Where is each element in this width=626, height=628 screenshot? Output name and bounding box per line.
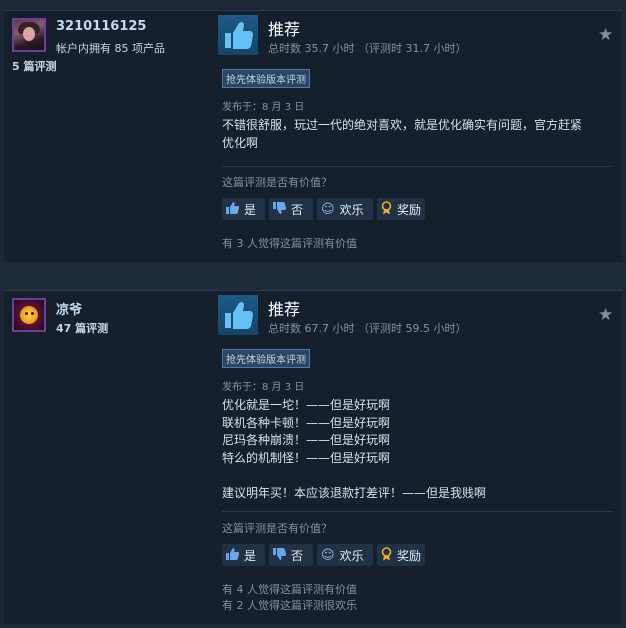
smile-icon: ☺ — [321, 547, 335, 563]
avatar[interactable] — [12, 18, 46, 52]
vote-funny-label: 欢乐 — [339, 202, 364, 217]
award-icon — [381, 546, 392, 564]
award-icon — [381, 200, 392, 218]
recommended-thumbs-up-icon — [218, 15, 258, 55]
helpful-count: 有 4 人觉得这篇评测有价值 — [222, 583, 357, 596]
helpful-count: 有 3 人觉得这篇评测有价值 — [222, 237, 357, 250]
playtime: 总时数 35.7 小时 （评测时 31.7 小时） — [268, 42, 467, 55]
thumbs-down-icon — [273, 547, 286, 563]
review-line: 联机各种卡顿！——但是好玩啊 — [222, 415, 391, 430]
vote-no-label: 否 — [291, 202, 304, 217]
recommendation-title: 推荐 — [268, 300, 301, 319]
award-button[interactable]: 奖励 — [377, 198, 425, 220]
review-line: 特么的机制怪！——但是好玩啊 — [222, 450, 391, 465]
divider — [222, 166, 612, 167]
review-card: 3210116125 帐户内拥有 85 项产品 5 篇评测 推荐 总时数 35.… — [4, 10, 622, 262]
review-body: 优化就是一坨！——但是好玩啊 联机各种卡顿！——但是好玩啊 尼玛各种崩溃！——但… — [222, 397, 612, 502]
helpful-question: 这篇评测是否有价值？ — [222, 522, 332, 535]
thumbs-up-icon — [226, 201, 239, 217]
recommended-thumbs-up-icon — [218, 295, 258, 335]
award-button[interactable]: 奖励 — [377, 544, 425, 566]
posted-date: 发布于：8 月 3 日 — [222, 102, 305, 113]
review-count[interactable]: 47 篇评测 — [56, 320, 108, 336]
review-line: 优化啊 — [222, 135, 259, 150]
helpful-question: 这篇评测是否有价值？ — [222, 176, 332, 189]
avatar[interactable] — [12, 298, 46, 332]
reviewer-name[interactable]: 凉爷 — [56, 299, 82, 318]
review-line — [222, 467, 612, 485]
award-label: 奖励 — [397, 548, 422, 563]
separator-band — [0, 262, 626, 290]
vote-yes-label: 是 — [244, 548, 257, 563]
review-count[interactable]: 5 篇评测 — [12, 58, 56, 74]
vote-yes-button[interactable]: 是 — [222, 544, 265, 566]
star-icon[interactable]: ★ — [598, 307, 613, 324]
early-access-badge: 抢先体验版本评测 — [222, 69, 310, 88]
thumbs-down-icon — [273, 201, 286, 217]
review-line: 建议明年买！本应该退款打差评！——但是我贱啊 — [222, 485, 487, 500]
award-label: 奖励 — [397, 202, 422, 217]
review-body: 不错很舒服，玩过一代的绝对喜欢，就是优化确实有问题，官方赶紧 优化啊 — [222, 117, 612, 152]
vote-yes-button[interactable]: 是 — [222, 198, 265, 220]
reviewer-name[interactable]: 3210116125 — [56, 19, 146, 34]
vote-funny-button[interactable]: ☺ 欢乐 — [317, 544, 373, 566]
early-access-badge: 抢先体验版本评测 — [222, 349, 310, 368]
smile-icon: ☺ — [321, 201, 335, 217]
vote-no-label: 否 — [291, 548, 304, 563]
vote-yes-label: 是 — [244, 202, 257, 217]
vote-funny-button[interactable]: ☺ 欢乐 — [317, 198, 373, 220]
playtime: 总时数 67.7 小时 （评测时 59.5 小时） — [268, 322, 467, 335]
vote-no-button[interactable]: 否 — [269, 544, 313, 566]
star-icon[interactable]: ★ — [598, 27, 613, 44]
review-line: 尼玛各种崩溃！——但是好玩啊 — [222, 433, 391, 447]
review-line: 不错很舒服，玩过一代的绝对喜欢，就是优化确实有问题，官方赶紧 — [222, 118, 583, 132]
posted-date: 发布于：8 月 3 日 — [222, 382, 305, 393]
funny-count: 有 2 人觉得这篇评测很欢乐 — [222, 599, 357, 612]
thumbs-up-icon — [226, 547, 239, 563]
review-card: 凉爷 47 篇评测 推荐 总时数 67.7 小时 （评测时 59.5 小时） ★… — [4, 290, 622, 624]
products-owned: 帐户内拥有 85 项产品 — [56, 42, 165, 55]
vote-no-button[interactable]: 否 — [269, 198, 313, 220]
recommendation-title: 推荐 — [268, 20, 301, 39]
divider — [222, 511, 612, 512]
vote-funny-label: 欢乐 — [339, 548, 364, 563]
review-line: 优化就是一坨！——但是好玩啊 — [222, 398, 391, 412]
